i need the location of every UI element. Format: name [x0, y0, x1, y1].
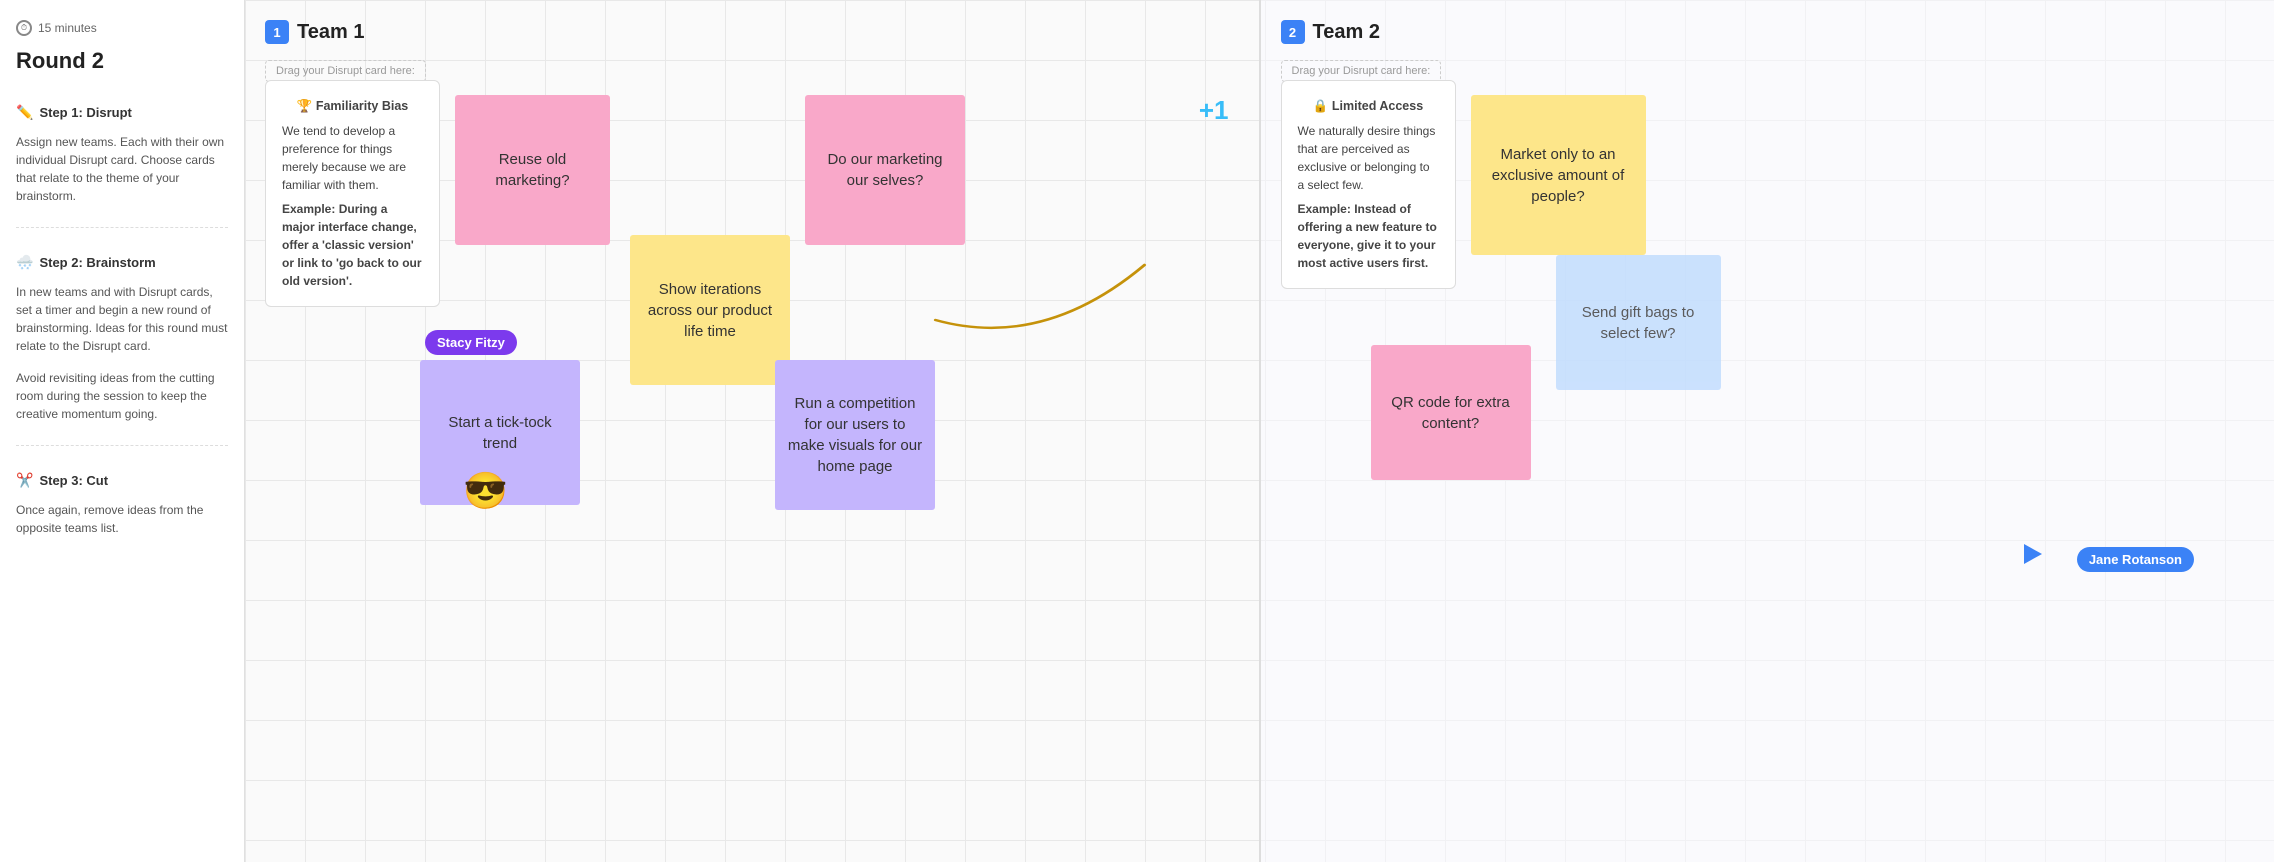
- team2-header: 2 Team 2: [1281, 20, 2255, 44]
- app-layout: ⏱ 15 minutes Round 2 ✏️ Step 1: Disrupt …: [0, 0, 2274, 862]
- step1-label: Step 1: Disrupt: [39, 105, 131, 120]
- team2-section: 2 Team 2 Drag your Disrupt card here: 🔒 …: [1261, 0, 2274, 862]
- team2-disrupt-body: We naturally desire things that are perc…: [1298, 122, 1439, 194]
- jane-label: Jane Rotanson: [2077, 547, 2194, 572]
- team2-disrupt-card[interactable]: 🔒 Limited Access We naturally desire thi…: [1281, 80, 1456, 289]
- plus-badge[interactable]: +1: [1199, 95, 1229, 126]
- team2-disrupt-example: Example: Instead of offering a new featu…: [1298, 200, 1439, 272]
- main-canvas: 1 Team 1 Drag your Disrupt card here: 🏆 …: [245, 0, 2274, 862]
- step3-label: Step 3: Cut: [39, 473, 108, 488]
- team1-disrupt-card[interactable]: 🏆 Familiarity Bias We tend to develop a …: [265, 80, 440, 307]
- step2-body1: In new teams and with Disrupt cards, set…: [16, 283, 228, 355]
- team2-drop-hint: Drag your Disrupt card here:: [1281, 60, 1442, 82]
- team1-drop-hint: Drag your Disrupt card here:: [265, 60, 426, 82]
- timer-row: ⏱ 15 minutes: [16, 20, 228, 36]
- sticky-do-marketing[interactable]: Do our marketing our selves?: [805, 95, 965, 245]
- sidebar: ⏱ 15 minutes Round 2 ✏️ Step 1: Disrupt …: [0, 0, 245, 862]
- step3-header: ✂️ Step 3: Cut: [16, 472, 228, 489]
- sticky-show-iterations[interactable]: Show iterations across our product life …: [630, 235, 790, 385]
- team2-title: Team 2: [1313, 21, 1380, 44]
- step1-body: Assign new teams. Each with their own in…: [16, 133, 228, 205]
- step2-icon: 🌨️: [16, 254, 33, 271]
- divider2: [16, 445, 228, 446]
- sticky-send-gift-bags[interactable]: Send gift bags to select few?: [1556, 255, 1721, 390]
- team2-badge: 2: [1281, 20, 1305, 44]
- sticky-run-competition[interactable]: Run a competition for our users to make …: [775, 360, 935, 510]
- team1-disrupt-title: 🏆 Familiarity Bias: [282, 97, 423, 116]
- jane-cursor: [2024, 544, 2042, 564]
- step2-label: Step 2: Brainstorm: [39, 255, 155, 270]
- team1-title: Team 1: [297, 21, 364, 44]
- sticky-reuse-marketing[interactable]: Reuse old marketing?: [455, 95, 610, 245]
- timer-icon: ⏱: [16, 20, 32, 36]
- timer-label: 15 minutes: [38, 21, 97, 35]
- team1-section: 1 Team 1 Drag your Disrupt card here: 🏆 …: [245, 0, 1261, 862]
- cool-emoji: 😎: [463, 470, 508, 512]
- round-title: Round 2: [16, 48, 228, 74]
- team2-disrupt-title: 🔒 Limited Access: [1298, 97, 1439, 116]
- step3-icon: ✂️: [16, 472, 33, 489]
- team1-badge: 1: [265, 20, 289, 44]
- step2-header: 🌨️ Step 2: Brainstorm: [16, 254, 228, 271]
- step3-body: Once again, remove ideas from the opposi…: [16, 501, 228, 537]
- step1-header: ✏️ Step 1: Disrupt: [16, 104, 228, 121]
- teams-container: 1 Team 1 Drag your Disrupt card here: 🏆 …: [245, 0, 2274, 862]
- team1-disrupt-body: We tend to develop a preference for thin…: [282, 122, 423, 194]
- sticky-market-exclusive[interactable]: Market only to an exclusive amount of pe…: [1471, 95, 1646, 255]
- step2-body2: Avoid revisiting ideas from the cutting …: [16, 369, 228, 423]
- sticky-qr-code[interactable]: QR code for extra content?: [1371, 345, 1531, 480]
- team1-disrupt-example: Example: During a major interface change…: [282, 200, 423, 290]
- divider1: [16, 227, 228, 228]
- team1-header: 1 Team 1: [265, 20, 1239, 44]
- stacy-label: Stacy Fitzy: [425, 330, 517, 355]
- step1-icon: ✏️: [16, 104, 33, 121]
